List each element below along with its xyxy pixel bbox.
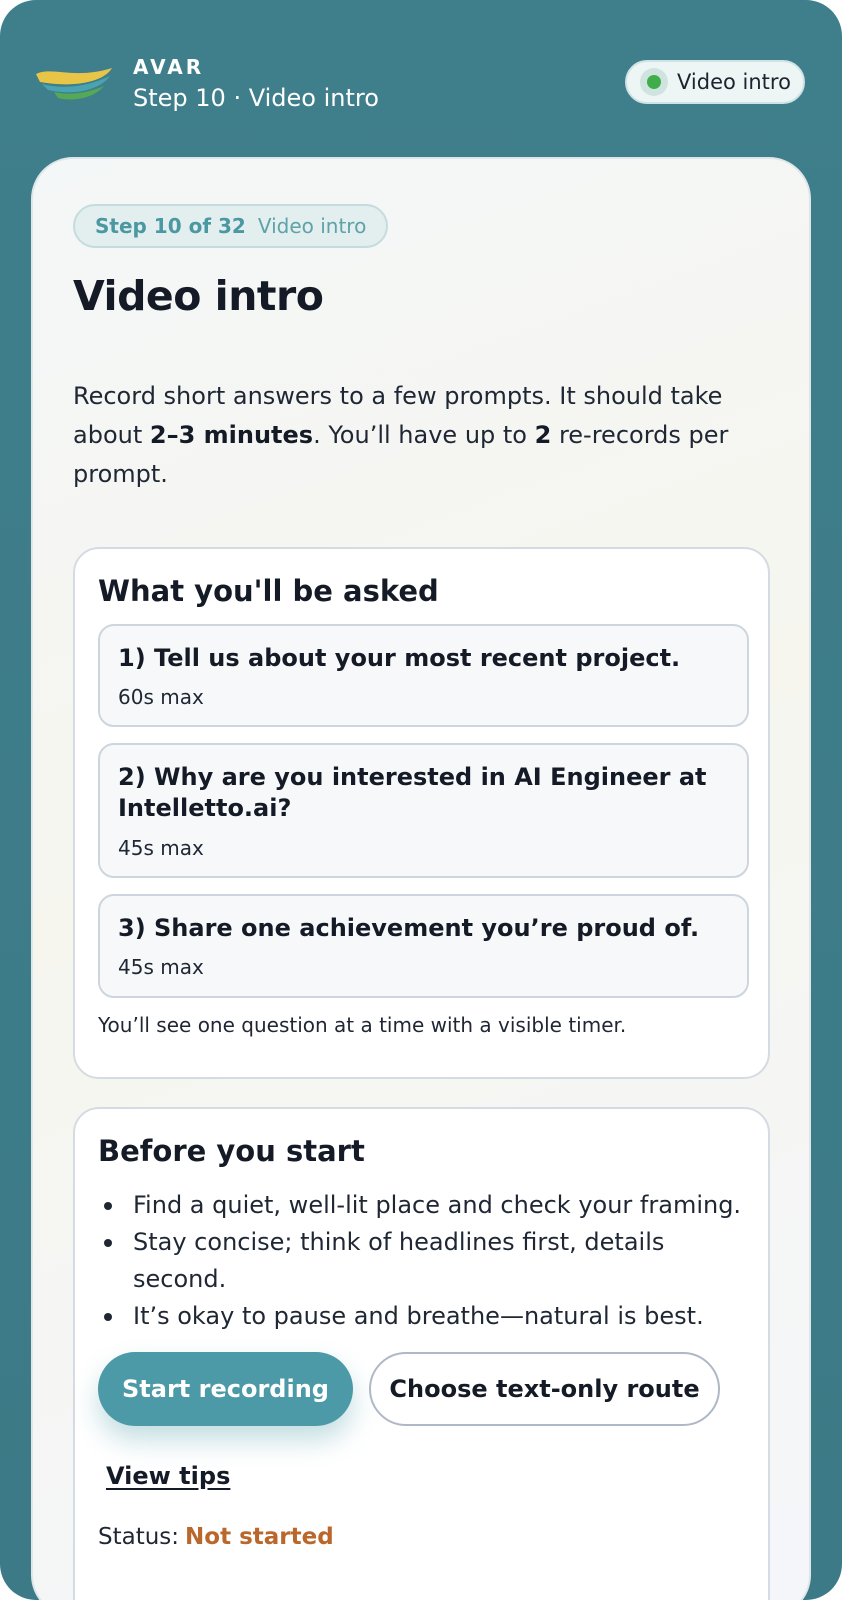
question-limit: 45s max — [118, 836, 204, 860]
question-limit: 60s max — [118, 685, 204, 709]
question-card: 1) Tell us about your most recent projec… — [98, 624, 749, 727]
tip-item: Find a quiet, well-lit place and check y… — [98, 1187, 748, 1224]
status-pill-label: Video intro — [677, 70, 791, 94]
step-label: Video intro — [257, 214, 367, 238]
brand-name: AVAR — [133, 55, 205, 79]
question-card: 3) Share one achievement you’re proud of… — [98, 894, 749, 998]
top-bar: AVAR Step 10 · Video intro Video intro — [0, 0, 842, 150]
tip-item: It’s okay to pause and breathe—natural i… — [98, 1298, 748, 1335]
before-start-heading: Before you start — [98, 1134, 365, 1168]
status-value: Not started — [185, 1524, 334, 1550]
main-card: Step 10 of 32 Video intro Video intro Re… — [31, 157, 811, 1600]
status-label: Status: — [98, 1524, 180, 1550]
page-title: Video intro — [73, 272, 324, 320]
status-dot-icon — [640, 68, 668, 96]
questions-heading: What you'll be asked — [98, 574, 439, 608]
intro-duration: 2–3 minutes — [149, 421, 314, 449]
app-frame: AVAR Step 10 · Video intro Video intro S… — [0, 0, 842, 1600]
start-recording-button[interactable]: Start recording — [98, 1352, 353, 1426]
status-pill: Video intro — [625, 60, 805, 104]
tips-list: Find a quiet, well-lit place and check y… — [98, 1187, 748, 1335]
before-start-panel: Before you start Find a quiet, well-lit … — [73, 1107, 770, 1600]
header-subtitle: Step 10 · Video intro — [133, 84, 379, 112]
question-text: 1) Tell us about your most recent projec… — [118, 644, 681, 672]
step-chip: Step 10 of 32 Video intro — [73, 204, 389, 248]
question-card: 2) Why are you interested in AI Engineer… — [98, 743, 749, 878]
view-tips-link[interactable]: View tips — [106, 1462, 230, 1490]
text-only-route-button[interactable]: Choose text-only route — [369, 1352, 720, 1426]
intro-text: Record short answers to a few prompts. I… — [73, 377, 753, 494]
question-limit: 45s max — [118, 955, 204, 979]
question-text: 2) Why are you interested in AI Engineer… — [118, 763, 707, 822]
step-counter: Step 10 of 32 — [95, 214, 246, 238]
intro-rerecords: 2 — [534, 421, 552, 449]
intro-part: . You’ll have up to — [313, 421, 535, 449]
timer-note: You’ll see one question at a time with a… — [98, 1013, 627, 1037]
avar-logo-icon — [36, 68, 112, 100]
tip-item: Stay concise; think of headlines first, … — [98, 1224, 748, 1298]
recording-status: Status: Not started — [98, 1524, 334, 1550]
question-text: 3) Share one achievement you’re proud of… — [118, 914, 700, 942]
questions-panel: What you'll be asked 1) Tell us about yo… — [73, 547, 770, 1079]
